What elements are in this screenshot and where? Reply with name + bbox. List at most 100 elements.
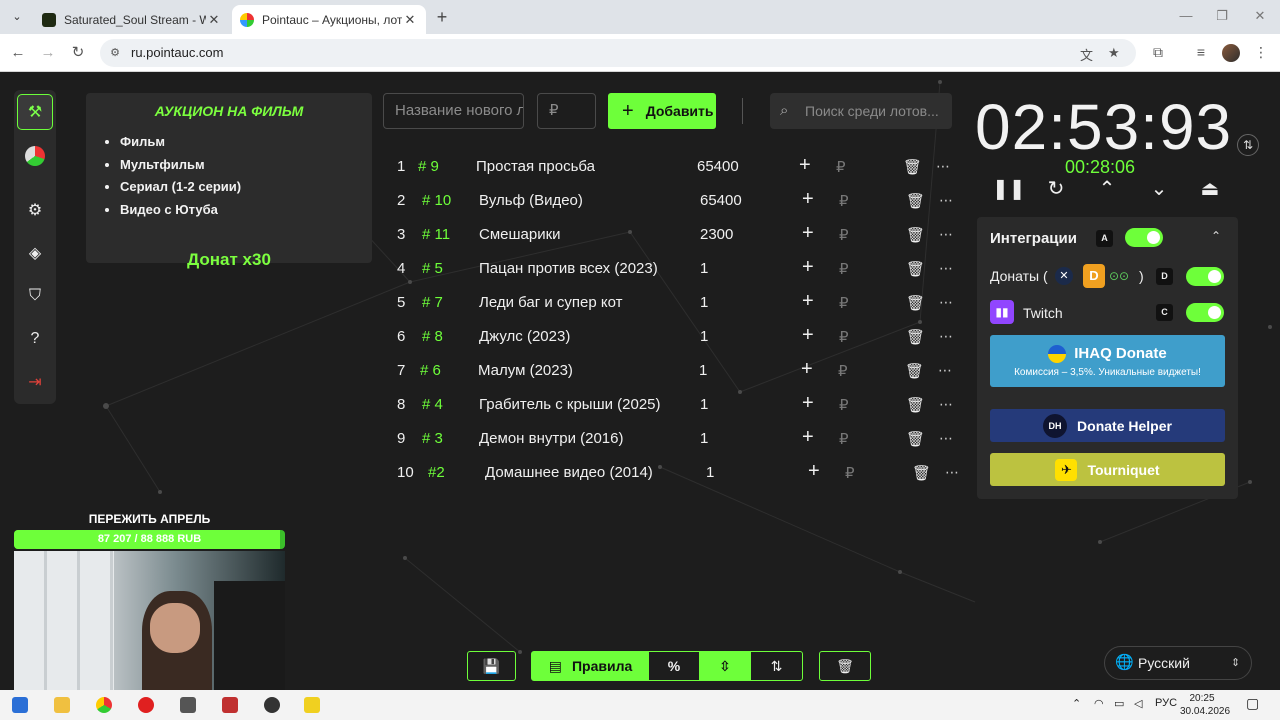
add-amount-plus-icon[interactable]: + [808,460,820,483]
lot-amount[interactable]: 1 [700,260,708,277]
language-select[interactable]: 🌐 Русский ⇕ [1104,646,1252,680]
twitch-toggle[interactable] [1186,303,1224,322]
lot-more-dots-icon[interactable]: ⋯ [936,158,950,175]
site-info-icon[interactable]: ⚙ [108,46,122,60]
opera-icon[interactable] [138,697,154,713]
delete-lot-trash-icon[interactable]: 🗑 [906,192,925,210]
integrations-toggle[interactable] [1125,228,1163,247]
lot-name[interactable]: Грабитель с крыши (2025) [479,396,661,413]
gear-icon[interactable]: ⚙ [17,192,53,228]
save-button[interactable]: 💾 [467,651,516,681]
new-lot-amount-input[interactable]: ₽ [537,93,596,129]
lot-amount[interactable]: 2300 [700,226,733,243]
logout-icon[interactable]: ⇥ [17,364,53,400]
lot-name[interactable]: Смешарики [479,226,561,243]
lot-name[interactable]: Леди баг и супер кот [479,294,623,311]
browser-tab-twitch[interactable]: Saturated_Soul Stream - Watch ✕ [34,5,230,34]
lot-more-dots-icon[interactable]: ⋯ [939,294,953,311]
lot-amount[interactable]: 1 [700,328,708,345]
ihaq-donate-button[interactable]: IHAQ Donate Комиссия – 3,5%. Уникальные … [990,335,1225,387]
battery-icon[interactable]: ▭ [1114,697,1124,710]
restart-icon[interactable]: ↻ [1044,176,1068,201]
lot-more-dots-icon[interactable]: ⋯ [939,260,953,277]
translate-icon[interactable]: 文 [1080,45,1093,64]
add-amount-plus-icon[interactable]: + [802,188,814,211]
tourniquet-button[interactable]: ✈ Tourniquet [990,453,1225,486]
notifications-icon[interactable]: ▢ [1246,695,1259,712]
auction-gavel-icon[interactable]: ⚒ [17,94,53,130]
add-amount-plus-icon[interactable]: + [801,358,813,381]
lot-amount[interactable]: 1 [699,362,707,379]
lot-name[interactable]: Домашнее видео (2014) [485,464,653,481]
add-amount-plus-icon[interactable]: + [802,222,814,245]
extensions-icon[interactable]: ⧉ [1149,44,1167,61]
input-language[interactable]: РУС [1155,697,1177,709]
lot-name[interactable]: Джулс (2023) [479,328,570,345]
lot-name[interactable]: Демон внутри (2016) [479,430,623,447]
start-icon[interactable] [12,697,28,713]
maximize-icon[interactable]: ❐ [1214,8,1230,24]
lot-more-dots-icon[interactable]: ⋯ [939,192,953,209]
wifi-icon[interactable]: ◠ [1094,697,1104,710]
forward-icon[interactable]: → [38,43,58,63]
new-lot-name-input[interactable]: Название нового лота [383,93,524,129]
lot-name[interactable]: Простая просьба [476,158,595,175]
omnibox[interactable]: ⚙ ru.pointauc.com 文 ★ [100,39,1136,67]
new-tab-button[interactable]: + [432,7,452,27]
donations-toggle[interactable] [1186,267,1224,286]
lot-name[interactable]: Малум (2023) [478,362,573,379]
chevron-down-icon[interactable]: ⌄ [1147,176,1171,201]
layers-icon[interactable]: ◈ [17,235,53,271]
collapse-chevron-icon[interactable]: ⌃ [1211,229,1221,243]
file-explorer-icon[interactable] [54,697,70,713]
percent-icon[interactable]: % [649,652,699,680]
lot-more-dots-icon[interactable]: ⋯ [938,362,952,379]
close-tab-icon[interactable]: ✕ [206,12,222,28]
lot-more-dots-icon[interactable]: ⋯ [939,396,953,413]
donate-helper-button[interactable]: DH Donate Helper [990,409,1225,442]
reload-icon[interactable]: ↻ [68,43,88,63]
media-icon[interactable]: ≡ [1192,44,1210,60]
volume-icon[interactable]: ◁ [1134,697,1142,710]
rules-button[interactable]: ▤ Правила [532,652,649,680]
lot-amount[interactable]: 65400 [697,158,739,175]
add-amount-plus-icon[interactable]: + [799,154,811,177]
add-amount-plus-icon[interactable]: + [802,392,814,415]
lot-amount[interactable]: 1 [700,396,708,413]
delete-lot-trash-icon[interactable]: 🗑 [906,226,925,244]
add-amount-plus-icon[interactable]: + [802,324,814,347]
delete-all-button[interactable]: 🗑 [819,651,871,681]
lot-more-dots-icon[interactable]: ⋯ [939,430,953,447]
delete-lot-trash-icon[interactable]: 🗑 [903,158,922,176]
url-text[interactable]: ru.pointauc.com [131,45,224,60]
add-amount-plus-icon[interactable]: + [802,256,814,279]
lot-name[interactable]: Пацан против всех (2023) [479,260,658,277]
menu-dots-icon[interactable]: ⋮ [1252,44,1270,61]
close-tab-icon[interactable]: ✕ [402,12,418,28]
delete-lot-trash-icon[interactable]: 🗑 [906,294,925,312]
add-amount-plus-icon[interactable]: + [802,426,814,449]
delete-lot-trash-icon[interactable]: 🗑 [905,362,924,380]
shield-icon[interactable]: ⛉ [17,278,53,314]
delete-lot-trash-icon[interactable]: 🗑 [906,430,925,448]
tray-chevron-icon[interactable]: ⌃ [1072,697,1081,710]
chevron-up-icon[interactable]: ⌃ [1095,176,1119,201]
obs-icon[interactable] [264,697,280,713]
pause-icon[interactable]: ❚❚ [992,176,1026,201]
swap-icon[interactable]: ⇅ [1237,134,1259,156]
chrome-icon[interactable] [96,697,112,713]
lot-more-dots-icon[interactable]: ⋯ [939,226,953,243]
add-amount-plus-icon[interactable]: + [802,290,814,313]
skip-up-icon[interactable]: ⏏ [1198,176,1222,201]
browser-tab-pointauc[interactable]: Pointauc – Аукционы, лотереи ✕ [232,5,426,34]
profile-avatar[interactable] [1222,44,1240,62]
bookmark-star-icon[interactable]: ★ [1108,45,1120,61]
compress-icon[interactable]: ⇳ [699,652,751,680]
lot-more-dots-icon[interactable]: ⋯ [945,464,959,481]
minimize-icon[interactable]: — [1178,8,1194,23]
sort-icon[interactable]: ⇅ [751,652,802,680]
delete-lot-trash-icon[interactable]: 🗑 [906,396,925,414]
system-clock[interactable]: 20:25 30.04.2026 [1180,692,1230,718]
tab-search-icon[interactable]: ⌄ [8,8,26,26]
lot-more-dots-icon[interactable]: ⋯ [939,328,953,345]
